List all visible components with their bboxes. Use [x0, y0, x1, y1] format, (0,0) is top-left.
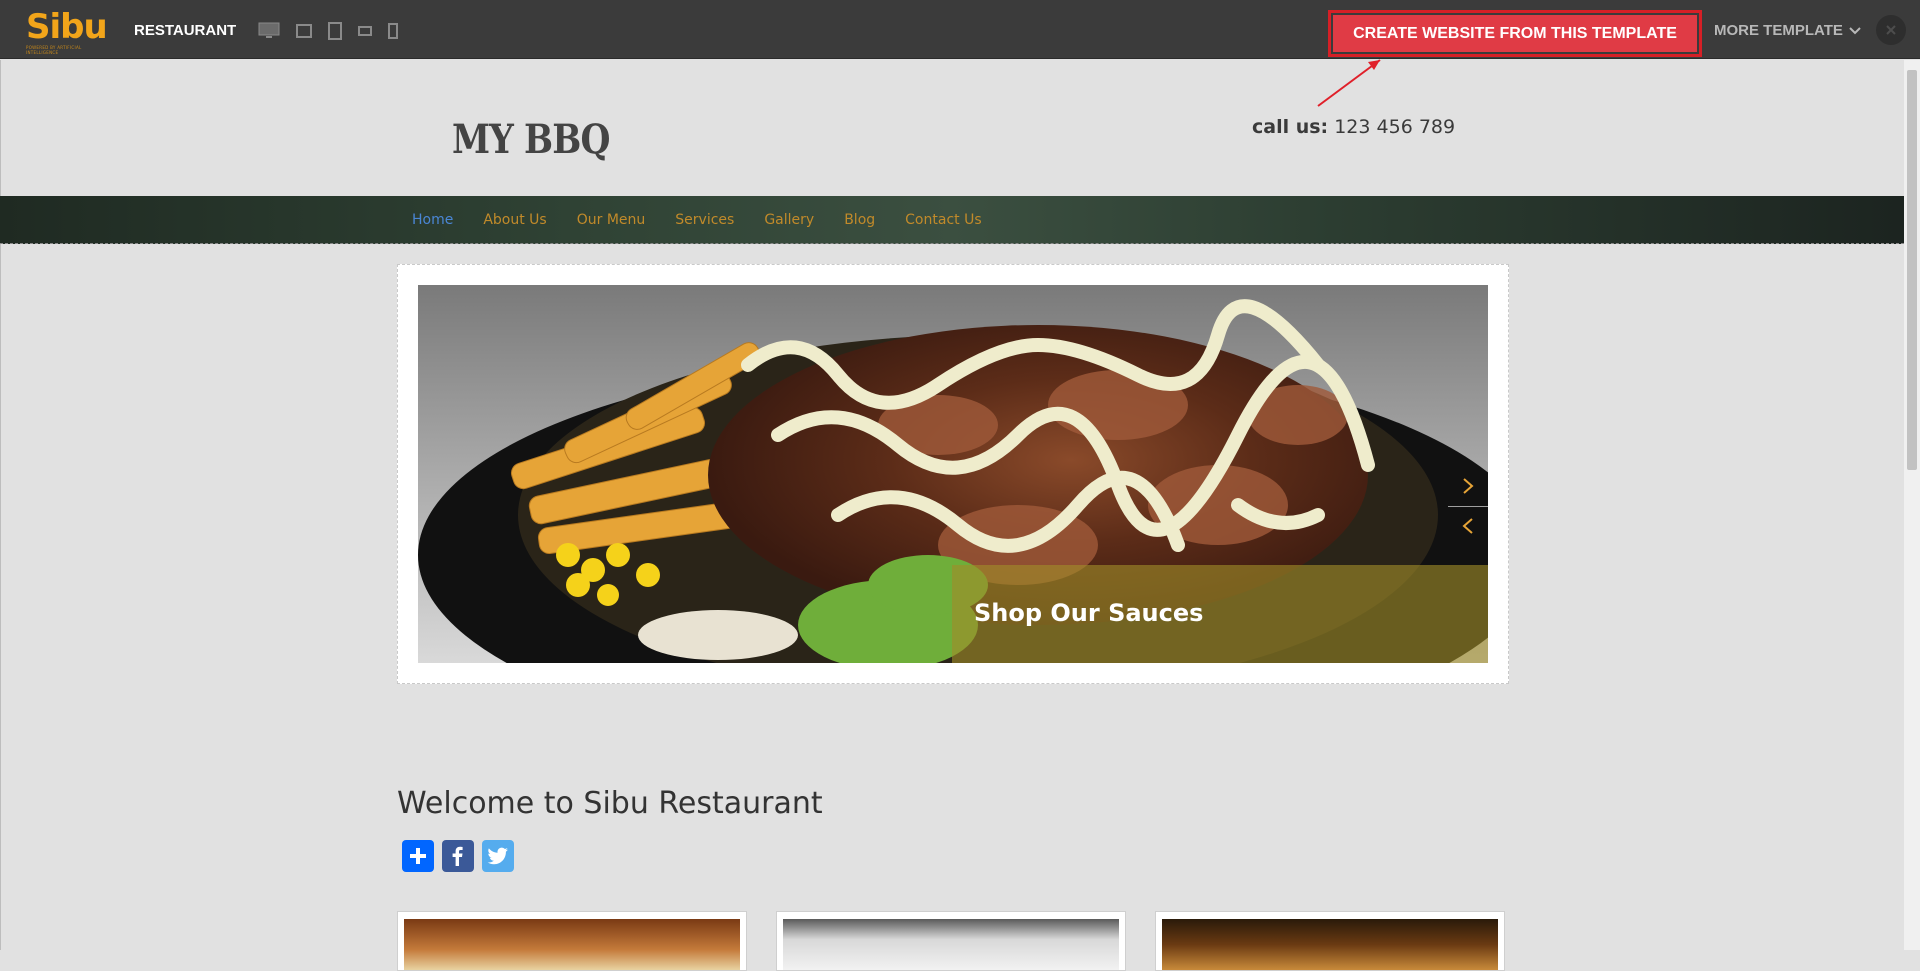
tablet-landscape-icon[interactable] — [296, 23, 312, 39]
twitter-icon — [487, 847, 508, 865]
share-buttons — [402, 840, 522, 872]
tablet-portrait-icon[interactable] — [328, 22, 342, 40]
chevron-left-icon — [1462, 518, 1473, 534]
page-left-border — [0, 60, 1, 950]
chefs-image — [783, 919, 1119, 970]
twitter-share-button[interactable] — [482, 840, 514, 872]
slider-caption-text: Shop Our Sauces — [974, 599, 1204, 627]
hero-slider-frame: Shop Our Sauces — [397, 264, 1509, 684]
nav-about-us[interactable]: About Us — [483, 212, 546, 228]
slider-caption[interactable]: Shop Our Sauces — [952, 565, 1488, 663]
phone-landscape-icon[interactable] — [358, 25, 372, 37]
annotation-arrow — [1317, 59, 1381, 107]
share-plus-button[interactable] — [402, 840, 434, 872]
site-title[interactable]: MY BBQ — [452, 116, 610, 163]
call-us-label: call us: — [1252, 116, 1329, 138]
scrollbar-thumb[interactable] — [1907, 70, 1917, 470]
chevron-right-icon — [1463, 478, 1474, 494]
phone-portrait-icon[interactable] — [388, 23, 398, 39]
page-scrollbar[interactable] — [1904, 60, 1920, 950]
welcome-heading: Welcome to Sibu Restaurant — [397, 786, 823, 821]
desktop-icon[interactable] — [258, 22, 280, 40]
feature-card[interactable] — [1155, 911, 1505, 971]
feature-card[interactable] — [397, 911, 747, 971]
nav-services[interactable]: Services — [675, 212, 734, 228]
more-template-dropdown[interactable]: MORE TEMPLATE — [1714, 22, 1861, 39]
restaurant-interior-image — [404, 919, 740, 970]
template-name: RESTAURANT — [134, 22, 237, 39]
nav-gallery[interactable]: Gallery — [764, 212, 814, 228]
main-navigation: Home About Us Our Menu Services Gallery … — [0, 196, 1904, 244]
close-icon — [1886, 25, 1896, 35]
template-toolbar: Sibu POWERED BY ARTIFICIAL INTELLIGENCE … — [0, 0, 1920, 59]
nav-our-menu[interactable]: Our Menu — [577, 212, 646, 228]
facebook-icon — [452, 846, 463, 866]
cta-highlight-box: CREATE WEBSITE FROM THIS TEMPLATE — [1328, 10, 1702, 57]
nav-blog[interactable]: Blog — [844, 212, 875, 228]
hero-slider[interactable]: Shop Our Sauces — [418, 285, 1488, 663]
sibu-logo[interactable]: Sibu POWERED BY ARTIFICIAL INTELLIGENCE — [26, 7, 108, 55]
close-preview-button[interactable] — [1876, 15, 1906, 45]
slider-next-button[interactable] — [1448, 467, 1488, 505]
nav-contact-us[interactable]: Contact Us — [905, 212, 981, 228]
slider-prev-button[interactable] — [1448, 506, 1488, 545]
feature-card[interactable] — [776, 911, 1126, 971]
chevron-down-icon — [1849, 26, 1861, 34]
feature-thumbnails — [397, 911, 1534, 971]
facebook-share-button[interactable] — [442, 840, 474, 872]
nav-home[interactable]: Home — [412, 212, 453, 228]
more-template-label: MORE TEMPLATE — [1714, 22, 1843, 39]
create-website-button[interactable]: CREATE WEBSITE FROM THIS TEMPLATE — [1333, 15, 1697, 52]
phone-number: 123 456 789 — [1334, 116, 1456, 138]
call-us-info: call us: 123 456 789 — [1252, 116, 1455, 138]
device-switcher — [258, 22, 414, 40]
logo-wordmark: Sibu — [26, 7, 108, 47]
share-plus-icon — [410, 848, 426, 864]
kitchen-image — [1162, 919, 1498, 970]
